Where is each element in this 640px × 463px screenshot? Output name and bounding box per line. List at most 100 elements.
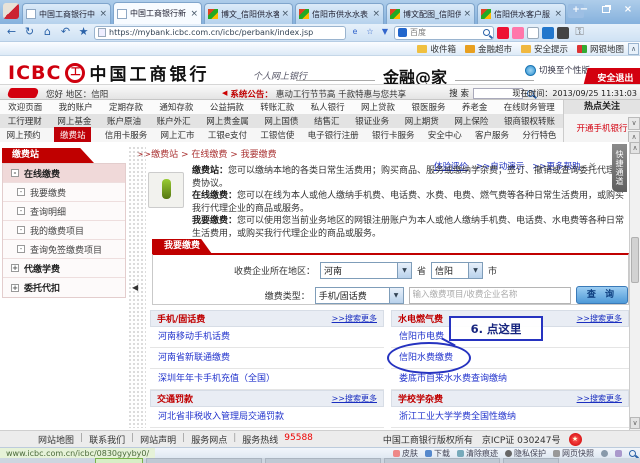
restore-button[interactable] <box>597 3 615 17</box>
zoom-icon[interactable] <box>629 450 636 457</box>
ebank-map-link[interactable]: 网银地图 <box>577 43 624 55</box>
speed-icon[interactable] <box>542 27 554 39</box>
search-more-link[interactable]: >>搜索更多 <box>332 393 377 404</box>
skin-button[interactable]: 皮肤 <box>393 448 418 459</box>
expand-icon[interactable]: + <box>11 264 19 272</box>
close-tab-icon[interactable]: × <box>190 9 198 19</box>
nav-securities[interactable]: 银证业务 <box>355 115 389 127</box>
query-button[interactable]: 查 询 <box>576 286 628 304</box>
nav-private-bank[interactable]: 私人银行 <box>311 101 345 113</box>
nav-insurance[interactable]: 网上保险 <box>454 115 488 127</box>
search-more-link[interactable]: >>搜索更多 <box>577 393 622 404</box>
sidebar-item-online-payment[interactable]: - 在线缴费 <box>3 164 125 183</box>
nav-finance-mgmt[interactable]: 在线财务管理 <box>504 101 555 113</box>
scroll-up-icon[interactable]: ∧ <box>630 142 640 154</box>
nav-ebank-register[interactable]: 电子银行注册 <box>308 129 359 141</box>
chevron-down-icon[interactable]: ▼ <box>379 26 391 39</box>
speaker-icon[interactable] <box>601 450 608 457</box>
taskbar-button[interactable] <box>146 458 262 463</box>
minimize-button[interactable]: − <box>575 3 593 17</box>
sidebar-item-entrusted-debit[interactable]: + 委托代扣 <box>3 278 125 297</box>
nav-credit-card[interactable]: 信用卡服务 <box>105 129 148 141</box>
chat-icon[interactable] <box>615 450 622 457</box>
games-icon[interactable] <box>557 27 569 39</box>
web-search-box[interactable]: 百度 <box>394 26 494 40</box>
footer-contact-link[interactable]: 联系我们 <box>89 433 125 446</box>
payment-search-input[interactable] <box>409 287 571 304</box>
expand-icon[interactable]: + <box>11 284 19 292</box>
footer-branches-link[interactable]: 服务网点 <box>191 433 227 446</box>
taskbar-button[interactable] <box>95 458 143 463</box>
security-tips-link[interactable]: 安全提示 <box>521 43 568 55</box>
close-tab-icon[interactable]: × <box>463 9 471 19</box>
nav-transfer[interactable]: 转账汇款 <box>260 101 294 113</box>
nav-security-center[interactable]: 安全中心 <box>428 129 462 141</box>
sidebar-item-tuition-payment[interactable]: + 代缴学费 <box>3 259 125 278</box>
collapse-toolbar-icon[interactable]: ∧ <box>628 43 639 55</box>
nav-gold[interactable]: 网上贵金属 <box>206 115 249 127</box>
announcement-text[interactable]: 惠动工行节节高 千款特惠与您共享 <box>276 88 406 100</box>
home-icon[interactable]: ⌂ <box>40 25 55 40</box>
close-tab-icon[interactable]: × <box>99 9 107 19</box>
nav-payment-station-active[interactable]: 缴费站 <box>54 127 92 143</box>
footer-sitemap-link[interactable]: 网站地图 <box>38 433 74 446</box>
scrollbar-thumb[interactable] <box>631 237 639 283</box>
collapse-icon[interactable]: - <box>17 226 25 234</box>
nav-futures[interactable]: 网上期货 <box>405 115 439 127</box>
sidebar-item-my-payment-items[interactable]: - 我的缴费项目 <box>3 221 125 240</box>
taskbar-button[interactable] <box>384 458 500 463</box>
collapse-icon[interactable]: - <box>17 188 25 196</box>
hot-icon[interactable] <box>497 27 509 39</box>
refresh-icon[interactable]: ↻ <box>22 25 37 40</box>
close-tab-icon[interactable]: × <box>554 9 562 19</box>
nav-bonds[interactable]: 网上国债 <box>264 115 298 127</box>
nav-pension[interactable]: 养老金 <box>462 101 488 113</box>
nav-medical[interactable]: 银医服务 <box>411 101 445 113</box>
clear-traces-button[interactable]: 清除痕迹 <box>457 448 498 459</box>
payment-type-select[interactable]: 手机/固话费 ▼ <box>315 287 404 304</box>
scroll-down-icon[interactable]: ∨ <box>628 117 640 130</box>
nav-my-account[interactable]: 我的账户 <box>59 101 93 113</box>
wrench-icon[interactable]: ⚿ <box>572 25 587 40</box>
close-window-button[interactable]: × <box>619 3 637 17</box>
content-scrollbar[interactable]: ∧ ∨ <box>629 142 640 430</box>
nav-donation[interactable]: 公益捐款 <box>210 101 244 113</box>
browser-tab[interactable]: 中国工商银行中 × <box>22 3 111 24</box>
search-icon[interactable] <box>483 29 490 36</box>
nav-fixed-deposit[interactable]: 定期存款 <box>109 101 143 113</box>
pay-item-link[interactable]: 河南移动手机话费 <box>150 327 384 348</box>
open-mobile-banking-link[interactable]: 开通手机银行 <box>576 122 627 134</box>
province-select[interactable]: 河南 ▼ <box>320 262 412 279</box>
taskbar-button[interactable] <box>503 458 559 463</box>
browser-tab[interactable]: 信阳供水客户服 × <box>477 3 566 24</box>
favorites-star-icon[interactable]: ★ <box>76 25 91 40</box>
collapse-icon[interactable]: - <box>17 207 25 215</box>
nav-customer-service[interactable]: 客户服务 <box>475 129 509 141</box>
address-bar[interactable] <box>94 26 346 40</box>
nav-wealth[interactable]: 工行理财 <box>8 115 42 127</box>
quick-channel-tab[interactable]: 快捷通道 <box>612 144 627 192</box>
search-more-link[interactable]: >>搜索更多 <box>577 313 622 324</box>
footer-statement-link[interactable]: 网站声明 <box>140 433 176 446</box>
promo-icon[interactable] <box>512 27 524 39</box>
sidebar-item-pay-now[interactable]: - 我要缴费 <box>3 183 125 202</box>
compat-icon[interactable]: e <box>349 26 361 39</box>
undo-icon[interactable]: ↶ <box>58 25 73 40</box>
nav-oil[interactable]: 账户原油 <box>107 115 141 127</box>
close-tab-icon[interactable]: × <box>372 9 380 19</box>
bookmark-star-icon[interactable]: ☆ <box>364 26 376 39</box>
collapse-icon[interactable]: - <box>17 245 25 253</box>
mail-icon[interactable] <box>527 27 539 39</box>
download-button[interactable]: 下载 <box>425 448 450 459</box>
browser-tab-active[interactable]: 中国工商银行新 × <box>113 2 202 24</box>
nav-appointment[interactable]: 网上预约 <box>7 129 41 141</box>
switch-version-link[interactable]: 切换至个性版 <box>525 64 590 76</box>
nav-epay[interactable]: 工银e支付 <box>208 129 247 141</box>
pay-item-link[interactable]: 浙江工业大学学费全国性缴纳 <box>391 407 629 428</box>
inbox-link[interactable]: 收件箱 <box>417 43 456 55</box>
address-input[interactable] <box>109 28 342 37</box>
city-select[interactable]: 信阳 ▼ <box>431 262 483 279</box>
collapse-icon[interactable]: - <box>11 169 19 177</box>
pay-item-link[interactable]: 深圳年年卡手机充值（全国） <box>150 369 384 390</box>
sidebar-collapse-icon[interactable]: ◀ <box>132 283 138 292</box>
